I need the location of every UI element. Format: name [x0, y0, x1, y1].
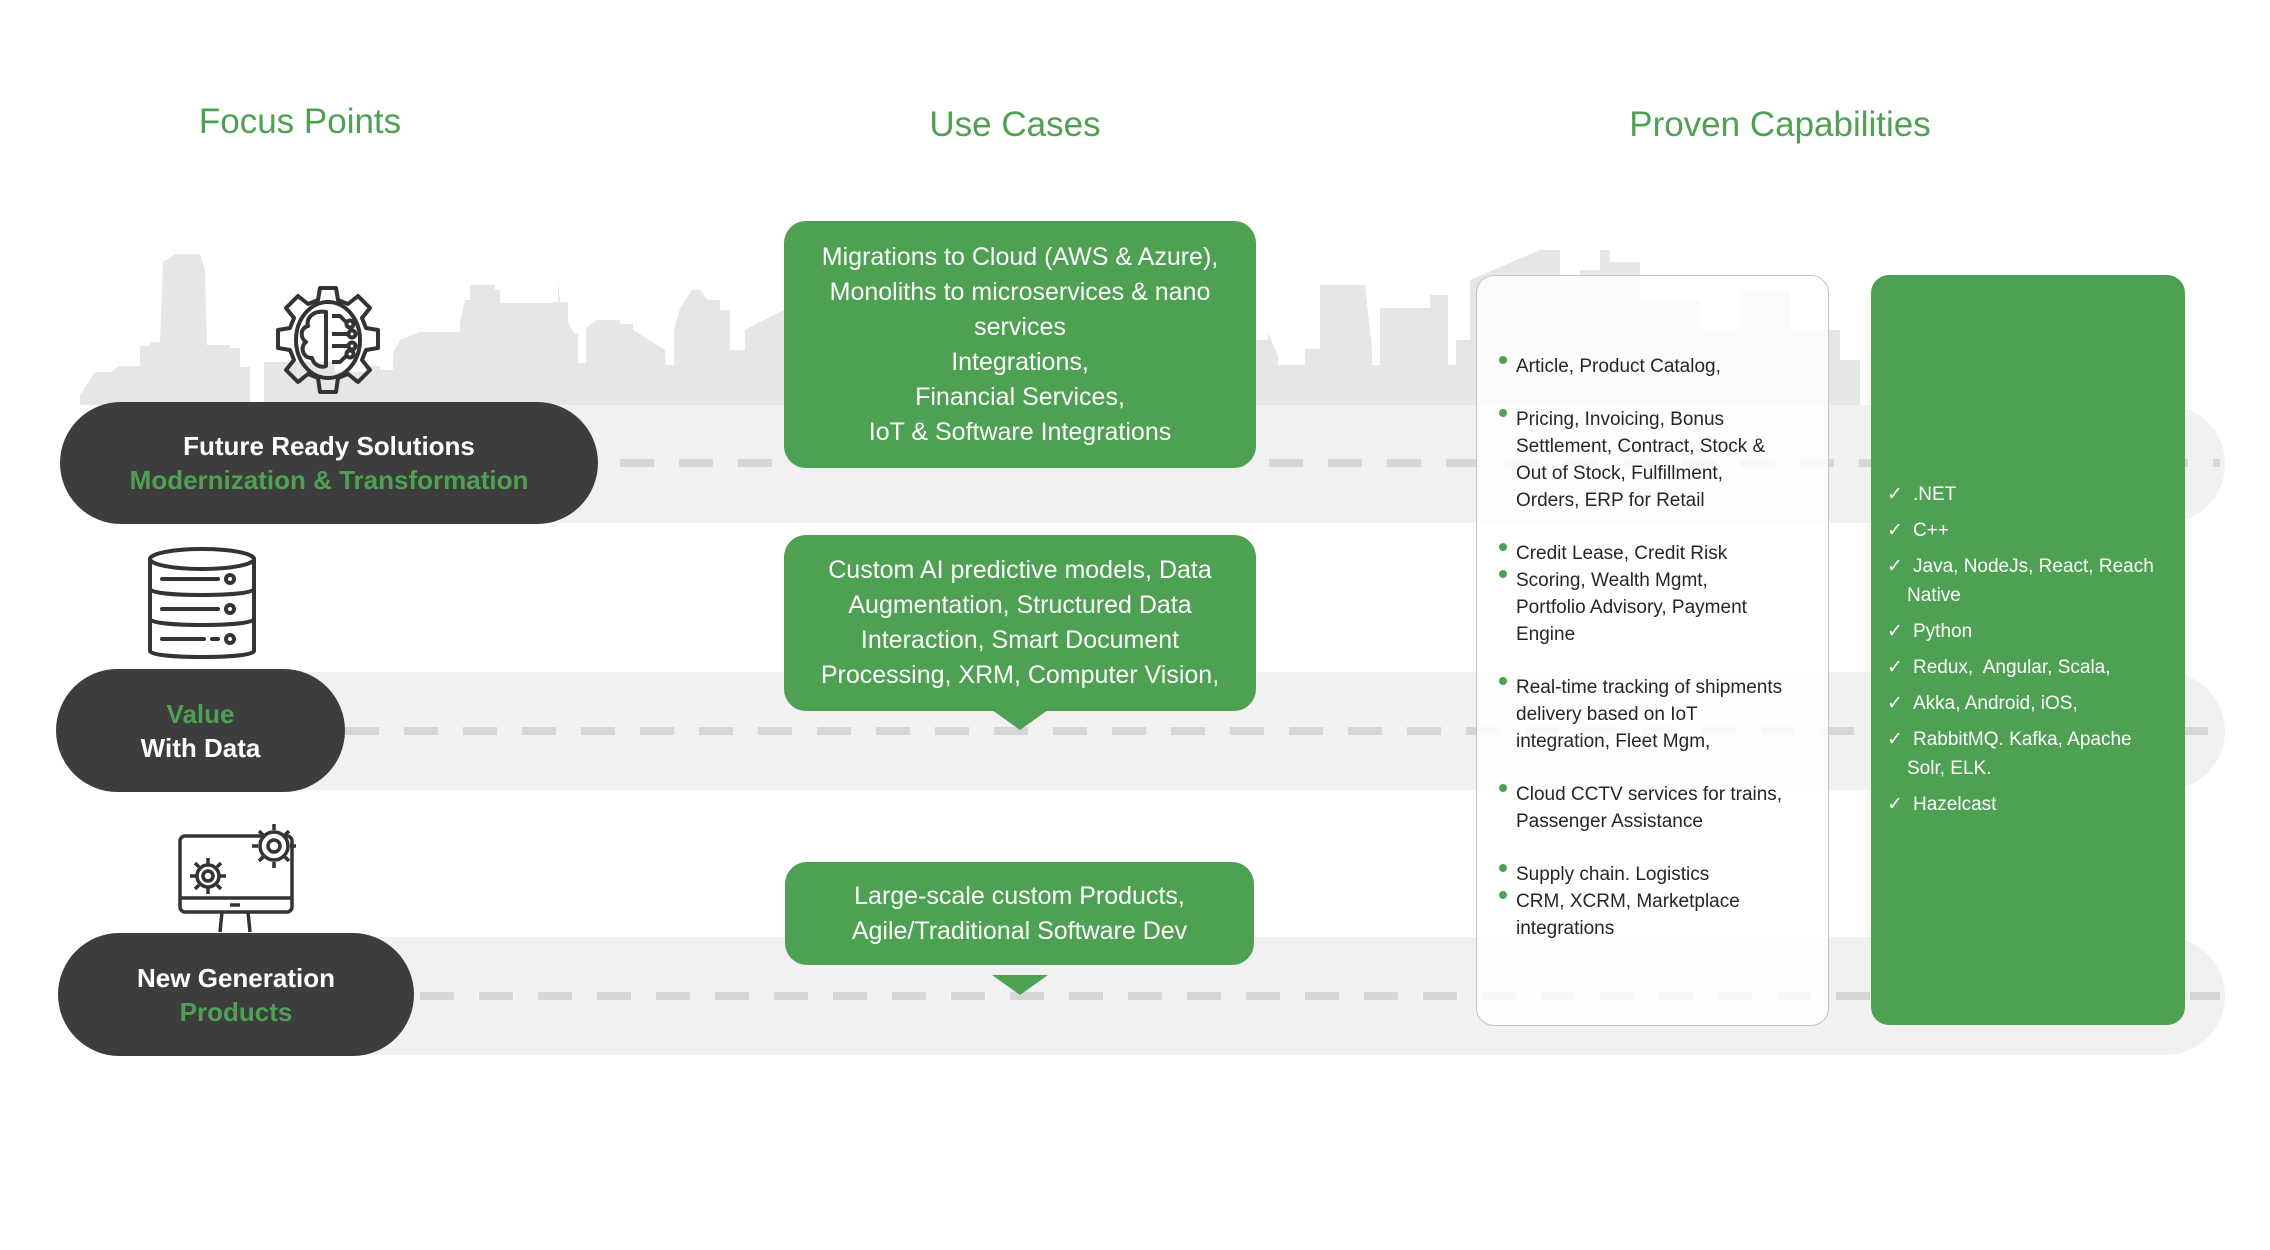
use-case-box-modernization: Migrations to Cloud (AWS & Azure), Monol… — [784, 221, 1256, 468]
capability-item: ✓ Redux, Angular, Scala, — [1887, 653, 2177, 682]
header-proven-capabilities: Proven Capabilities — [1629, 105, 1931, 144]
capability-item: ✓ Java, NodeJs, React, Reach Native — [1887, 552, 2177, 610]
focus-pill-subtitle: Products — [179, 996, 293, 1027]
list-item: CRM, XCRM, Marketplace integrations — [1499, 888, 1816, 942]
check-icon: ✓ — [1887, 556, 1903, 577]
capability-item: ✓ Hazelcast — [1887, 790, 2177, 819]
bullet-dot-icon — [1499, 543, 1507, 551]
check-icon: ✓ — [1887, 484, 1903, 505]
focus-pill-subtitle: With Data — [140, 732, 261, 763]
check-icon: ✓ — [1887, 621, 1903, 642]
bullet-dot-icon — [1499, 356, 1507, 364]
list-item: Article, Product Catalog, — [1499, 353, 1816, 380]
use-case-line: Migrations to Cloud (AWS & Azure), — [821, 242, 1219, 271]
use-case-pointer-3 — [992, 975, 1048, 995]
header-focus-points: Focus Points — [198, 102, 402, 141]
database-icon — [148, 547, 256, 659]
use-case-line: Augmentation, Structured Data — [848, 591, 1192, 619]
check-icon: ✓ — [1887, 729, 1903, 750]
capability-item: ✓ Python — [1887, 617, 2177, 646]
focus-pill-new-generation-products: New Generation Products — [58, 933, 414, 1056]
check-icon: ✓ — [1887, 794, 1903, 815]
bullet-dot-icon — [1499, 677, 1507, 685]
industry-domains-list: Article, Product Catalog, Pricing, Invoi… — [1499, 353, 1816, 942]
list-item: Supply chain. Logistics — [1499, 861, 1816, 888]
use-case-line: Monoliths to microservices & nano — [829, 277, 1211, 306]
use-case-line: Financial Services, — [915, 382, 1125, 411]
use-case-box-data: Custom AI predictive models, Data Augmen… — [784, 535, 1256, 711]
use-case-line: Integrations, — [951, 347, 1089, 376]
industry-domains-list-box: Article, Product Catalog, Pricing, Invoi… — [1476, 275, 1829, 1026]
focus-pill-title: New Generation — [137, 962, 335, 993]
focus-pill-title: Value — [166, 698, 235, 729]
capability-item: ✓ Akka, Android, iOS, — [1887, 689, 2177, 718]
focus-pill-subtitle: Modernization & Transformation — [129, 465, 529, 495]
brain-gear-icon — [276, 286, 380, 394]
use-case-line: Processing, XRM, Computer Vision, — [820, 661, 1220, 689]
capability-item: ✓ .NET — [1887, 480, 2177, 509]
tech-capabilities-list: ✓ .NET ✓ C++ ✓ Java, NodeJs, React, Reac… — [1887, 480, 2177, 819]
use-case-box-products: Large-scale custom Products, Agile/Tradi… — [785, 862, 1254, 965]
use-case-line: IoT & Software Integrations — [868, 417, 1172, 446]
use-case-line: Large-scale custom Products, — [854, 881, 1185, 910]
list-item: Credit Lease, Credit Risk — [1499, 540, 1816, 567]
check-icon: ✓ — [1887, 657, 1903, 678]
use-case-line: Agile/Traditional Software Dev — [851, 916, 1188, 945]
use-case-line: Custom AI predictive models, Data — [828, 556, 1212, 584]
list-item: Scoring, Wealth Mgmt, Portfolio Advisory… — [1499, 567, 1816, 648]
bullet-dot-icon — [1499, 784, 1507, 792]
focus-pill-title: Future Ready Solutions — [183, 431, 475, 461]
tech-capabilities-box: ✓ .NET ✓ C++ ✓ Java, NodeJs, React, Reac… — [1871, 275, 2185, 1025]
check-icon: ✓ — [1887, 693, 1903, 714]
bullet-dot-icon — [1499, 409, 1507, 417]
list-item: Pricing, Invoicing, Bonus Settlement, Co… — [1499, 406, 1816, 514]
list-item: Cloud CCTV services for trains, Passenge… — [1499, 781, 1816, 835]
use-case-line: Interaction, Smart Document — [860, 626, 1180, 654]
capability-item: ✓ C++ — [1887, 516, 2177, 545]
capability-item: ✓ RabbitMQ. Kafka, Apache Solr, ELK. — [1887, 725, 2177, 783]
check-icon: ✓ — [1887, 520, 1903, 541]
focus-pill-value-with-data: Value With Data — [56, 669, 345, 792]
bullet-dot-icon — [1499, 864, 1507, 872]
use-case-line: services — [974, 312, 1066, 341]
monitor-gears-icon — [178, 824, 296, 933]
list-item: Real-time tracking of shipments delivery… — [1499, 674, 1816, 755]
bullet-dot-icon — [1499, 891, 1507, 899]
bullet-dot-icon — [1499, 570, 1507, 578]
header-use-cases: Use Cases — [929, 105, 1101, 144]
use-case-pointer-2 — [992, 710, 1048, 730]
focus-pill-future-ready-solutions: Future Ready Solutions Modernization & T… — [60, 402, 598, 524]
